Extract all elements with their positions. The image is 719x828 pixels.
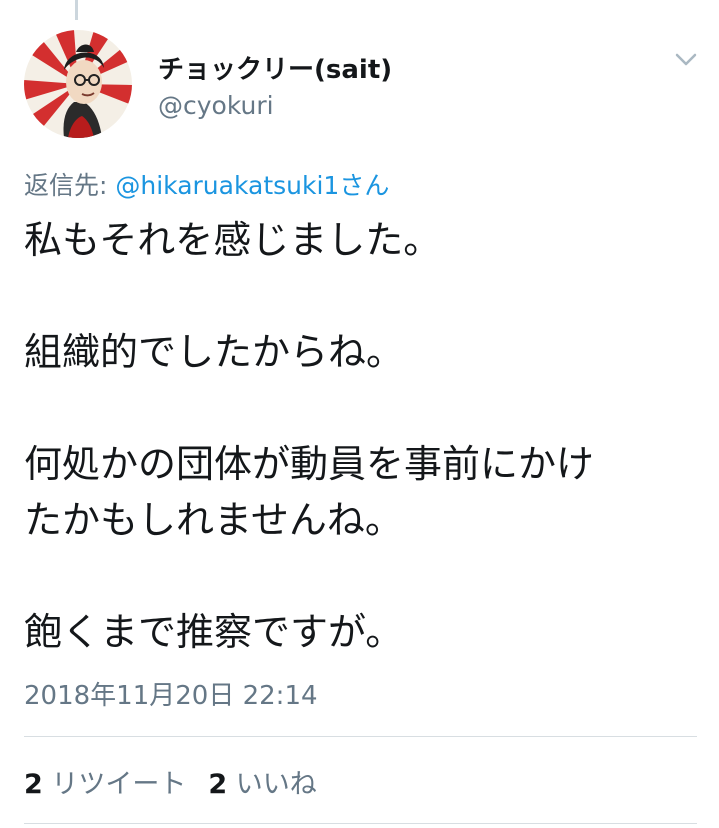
user-handle[interactable]: @cyokuri <box>158 91 274 120</box>
retweet-count: 2 <box>24 769 43 800</box>
retweet-label: リツイート <box>51 769 187 800</box>
tweet-line <box>24 380 594 436</box>
avatar[interactable] <box>24 30 132 138</box>
tweet-text: 私もそれを感じました。 組織的でしたからね。 何処かの団体が動員を事前にかけ た… <box>24 212 594 660</box>
reply-to-link[interactable]: @hikaruakatsuki1さん <box>115 171 389 200</box>
tweet-line: 組織的でしたからね。 <box>24 330 405 374</box>
like-count: 2 <box>208 769 228 800</box>
avatar-image <box>24 30 132 138</box>
tweet-line: 飽くまで推察ですが。 <box>24 610 404 654</box>
divider <box>24 736 697 737</box>
display-name[interactable]: チョックリー(sait) <box>158 49 392 86</box>
tweet-line: たかもしれませんね。 <box>24 498 403 542</box>
reply-context: 返信先: @hikaruakatsuki1さん <box>24 166 389 202</box>
thread-connector-line <box>75 0 78 20</box>
like-stat[interactable]: 2 いいね <box>208 762 316 801</box>
chevron-down-icon[interactable] <box>673 50 699 70</box>
tweet-stats: 2 リツイート 2 いいね <box>24 762 339 801</box>
divider <box>24 823 697 824</box>
tweet-line <box>24 268 594 324</box>
tweet-line: 私もそれを感じました。 <box>24 218 442 262</box>
tweet-timestamp[interactable]: 2018年11月20日 22:14 <box>24 675 318 712</box>
tweet-line <box>24 548 594 604</box>
like-label: いいね <box>235 769 317 800</box>
retweet-stat[interactable]: 2 リツイート <box>24 762 186 801</box>
tweet-line: 何処かの団体が動員を事前にかけ <box>24 442 595 486</box>
reply-prefix: 返信先: <box>24 171 116 200</box>
